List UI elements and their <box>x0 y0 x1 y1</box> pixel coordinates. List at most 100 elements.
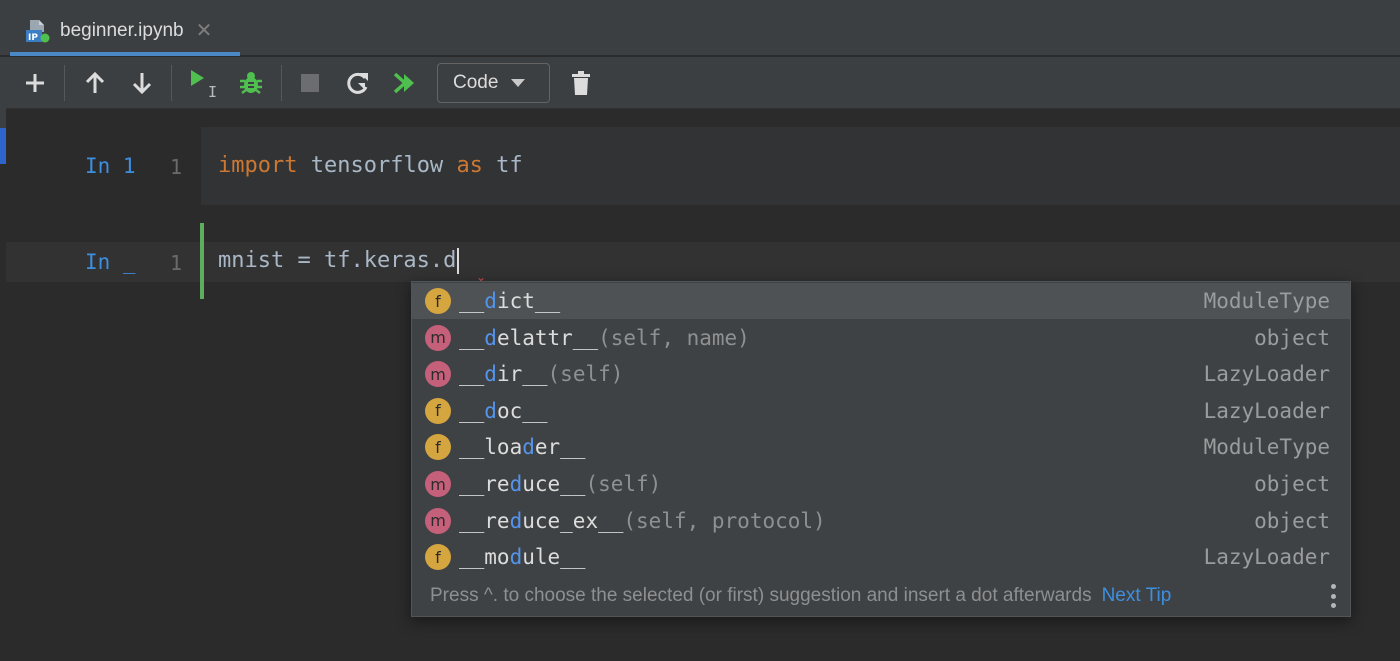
completion-item-name: __reduce__(self) <box>459 472 661 496</box>
completion-item-type: object <box>1254 325 1330 350</box>
notebook-file-icon: IP <box>24 18 50 44</box>
line-number: 1 <box>170 155 183 179</box>
completion-item-name: __module__ <box>459 545 585 569</box>
run-all-icon <box>393 72 414 94</box>
method-kind-icon: m <box>425 324 451 351</box>
method-kind-icon: m <box>425 471 451 497</box>
arrow-up-icon <box>85 71 105 93</box>
cell-type-select[interactable]: Code <box>437 63 550 103</box>
completion-item-type: LazyLoader <box>1203 398 1330 423</box>
delete-cell-button[interactable] <box>564 65 598 101</box>
completion-item[interactable]: f __module__ LazyLoader <box>412 539 1350 575</box>
completion-item-type: object <box>1254 508 1330 533</box>
chevron-down-icon <box>511 79 526 87</box>
completion-item[interactable]: m __dir__(self) LazyLoader <box>412 356 1350 392</box>
cell-prompt: In _ <box>85 250 136 274</box>
name-suffix: ict__ <box>496 289 561 313</box>
method-kind-icon: m <box>425 361 451 388</box>
name-suffix: oc__ <box>496 398 548 423</box>
name-prefix: __mo <box>459 545 510 570</box>
completion-item-type: LazyLoader <box>1203 545 1330 570</box>
completion-hint: Press ^. to choose the selected (or firs… <box>430 585 1092 606</box>
code-cell-editor-active[interactable] <box>6 242 1400 282</box>
name-suffix: elattr__ <box>496 325 599 350</box>
vertical-dots-icon[interactable] <box>1330 584 1336 608</box>
name-match: d <box>509 545 523 570</box>
text-caret <box>457 248 460 274</box>
tab-beginner-notebook[interactable]: IP beginner.ipynb ✕ <box>10 10 240 56</box>
completion-item-name: __doc__ <box>459 399 548 423</box>
completion-item-name: __dir__(self) <box>459 362 623 386</box>
completion-item-type: ModuleType <box>1203 435 1330 460</box>
code-line: import tensorflow as tf <box>218 153 523 178</box>
tab-title: beginner.ipynb <box>60 20 184 41</box>
completion-item[interactable]: f __loader__ ModuleType <box>412 429 1350 465</box>
name-match: d <box>522 435 535 460</box>
completion-item[interactable]: m __reduce_ex__(self, protocol) object <box>412 503 1350 539</box>
code-line[interactable]: mnist = tf.keras.d <box>218 248 460 274</box>
field-kind-icon: f <box>425 397 451 424</box>
arrow-down-icon <box>132 73 152 95</box>
debug-cell-button[interactable] <box>234 65 268 101</box>
completion-item[interactable]: f __dict__ ModuleType <box>412 283 1350 319</box>
name-suffix: uce_ex__ <box>522 508 624 533</box>
cell-prompt: In 1 <box>85 154 136 178</box>
method-kind-icon: m <box>425 507 451 534</box>
name-params: (self, name) <box>598 325 750 350</box>
completion-item-name: __reduce_ex__(self, protocol) <box>459 509 826 533</box>
name-match: d <box>509 508 523 533</box>
name-suffix: uce__ <box>522 472 586 496</box>
gutter-marker <box>0 92 6 128</box>
close-icon[interactable]: ✕ <box>196 21 213 41</box>
gutter-marker-active <box>0 128 6 164</box>
name-suffix: ule__ <box>522 545 586 570</box>
completion-item-type: LazyLoader <box>1203 362 1330 387</box>
field-kind-icon: f <box>425 434 451 461</box>
stop-button[interactable] <box>294 65 326 101</box>
completion-item-name: __loader__ <box>459 435 585 459</box>
move-cell-up-button[interactable] <box>79 65 111 101</box>
field-kind-icon: f <box>425 288 451 314</box>
toolbar-separator <box>171 65 172 101</box>
name-params: (self) <box>547 362 624 387</box>
bug-icon <box>240 72 262 94</box>
name-prefix: __re <box>459 472 510 496</box>
cell-type-value: Code <box>453 72 499 93</box>
keyword-token: import <box>218 153 298 178</box>
completion-item[interactable]: f __doc__ LazyLoader <box>412 393 1350 429</box>
name-params: (self) <box>585 472 662 496</box>
run-all-button[interactable] <box>388 65 424 101</box>
field-kind-icon: f <box>425 544 451 571</box>
completion-item-name: __delattr__(self, name) <box>459 326 750 350</box>
name-prefix: __ <box>459 289 485 313</box>
next-tip-link[interactable]: Next Tip <box>1102 585 1172 607</box>
notebook-badge-text: IP <box>28 33 38 43</box>
run-cell-button[interactable]: I <box>184 65 224 101</box>
completion-item-type: object <box>1254 472 1330 496</box>
add-cell-button[interactable] <box>18 65 52 101</box>
completion-item[interactable]: m __delattr__(self, name) object <box>412 320 1350 356</box>
stop-icon <box>301 74 319 92</box>
identifier-token: tensorflow <box>297 153 457 178</box>
name-prefix: __ <box>459 325 485 350</box>
name-params: (self, protocol) <box>623 508 826 533</box>
completion-footer: Press ^. to choose the selected (or firs… <box>412 576 1350 616</box>
name-prefix: __re <box>459 508 510 533</box>
identifier-token: tf <box>482 153 523 178</box>
code-text: mnist = tf.keras.d <box>218 248 457 273</box>
name-suffix: ir__ <box>496 362 548 387</box>
name-match: d <box>484 362 497 387</box>
add-icon <box>26 74 44 92</box>
active-cell-indicator <box>200 223 204 299</box>
completion-item[interactable]: m __reduce__(self) object <box>412 466 1350 502</box>
name-prefix: __ <box>459 398 485 423</box>
run-cursor-text: I <box>208 83 217 99</box>
completion-popup: f __module__ LazyLoader m __reduce_ex__(self… <box>411 281 1351 617</box>
notebook-toolbar: I Code <box>0 57 1400 109</box>
keyword-token: as <box>456 153 483 178</box>
restart-kernel-button[interactable] <box>340 65 376 101</box>
toolbar-separator <box>281 65 282 101</box>
name-suffix: er__ <box>534 435 586 460</box>
run-icon: I <box>191 70 217 99</box>
move-cell-down-button[interactable] <box>126 65 158 101</box>
